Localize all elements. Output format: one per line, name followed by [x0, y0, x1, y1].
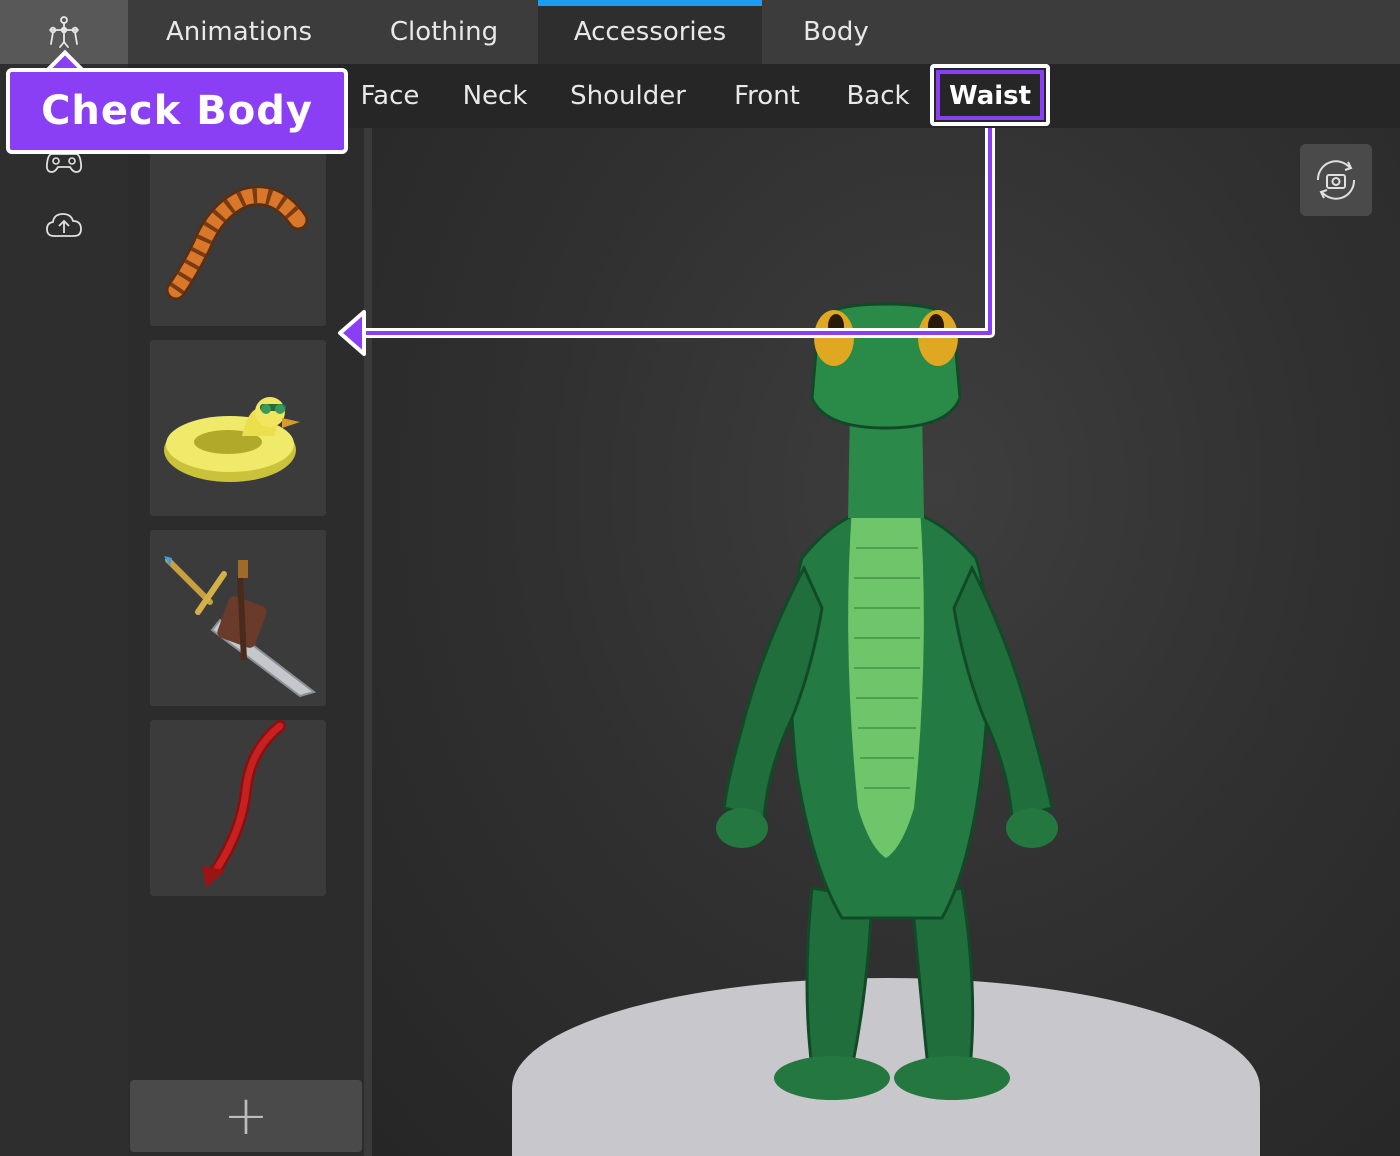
- list-scrollbar[interactable]: [364, 128, 372, 1156]
- duck-floatie-item[interactable]: [150, 340, 326, 516]
- plus-icon: +: [223, 1084, 269, 1147]
- camera-rotate-icon: [1316, 160, 1356, 200]
- callout-text: Check Body: [41, 88, 313, 134]
- subtab-waist[interactable]: Waist: [930, 64, 1050, 128]
- tab-accessories[interactable]: Accessories: [538, 0, 762, 64]
- subtab-shoulder[interactable]: Shoulder: [560, 64, 696, 128]
- subtab-back[interactable]: Back: [836, 64, 920, 128]
- avatar-viewport[interactable]: [372, 128, 1400, 1156]
- rig-icon: [49, 16, 79, 48]
- tiger-tail-icon: [166, 185, 308, 300]
- add-accessory-button[interactable]: +: [130, 1080, 362, 1152]
- sword-with-sheath-icon: [164, 556, 317, 698]
- upload-button[interactable]: [44, 206, 84, 246]
- subtab-face[interactable]: Face: [350, 64, 430, 128]
- sword-sheath-item[interactable]: [150, 530, 326, 706]
- red-devil-tail-icon: [202, 720, 286, 888]
- tail-item[interactable]: [150, 150, 326, 326]
- check-body-callout: Check Body: [6, 68, 348, 154]
- cloud-upload-icon: [46, 213, 82, 237]
- camera-reset-button[interactable]: [1300, 144, 1372, 216]
- duck-pool-float-icon: [164, 397, 300, 482]
- devil-tail-item[interactable]: [150, 720, 326, 896]
- subtab-front[interactable]: Front: [716, 64, 818, 128]
- tab-animations[interactable]: Animations: [128, 0, 350, 64]
- subtab-neck[interactable]: Neck: [450, 64, 540, 128]
- tab-clothing[interactable]: Clothing: [350, 0, 538, 64]
- avatar-preview: [512, 302, 1260, 1156]
- tab-body[interactable]: Body: [762, 0, 910, 64]
